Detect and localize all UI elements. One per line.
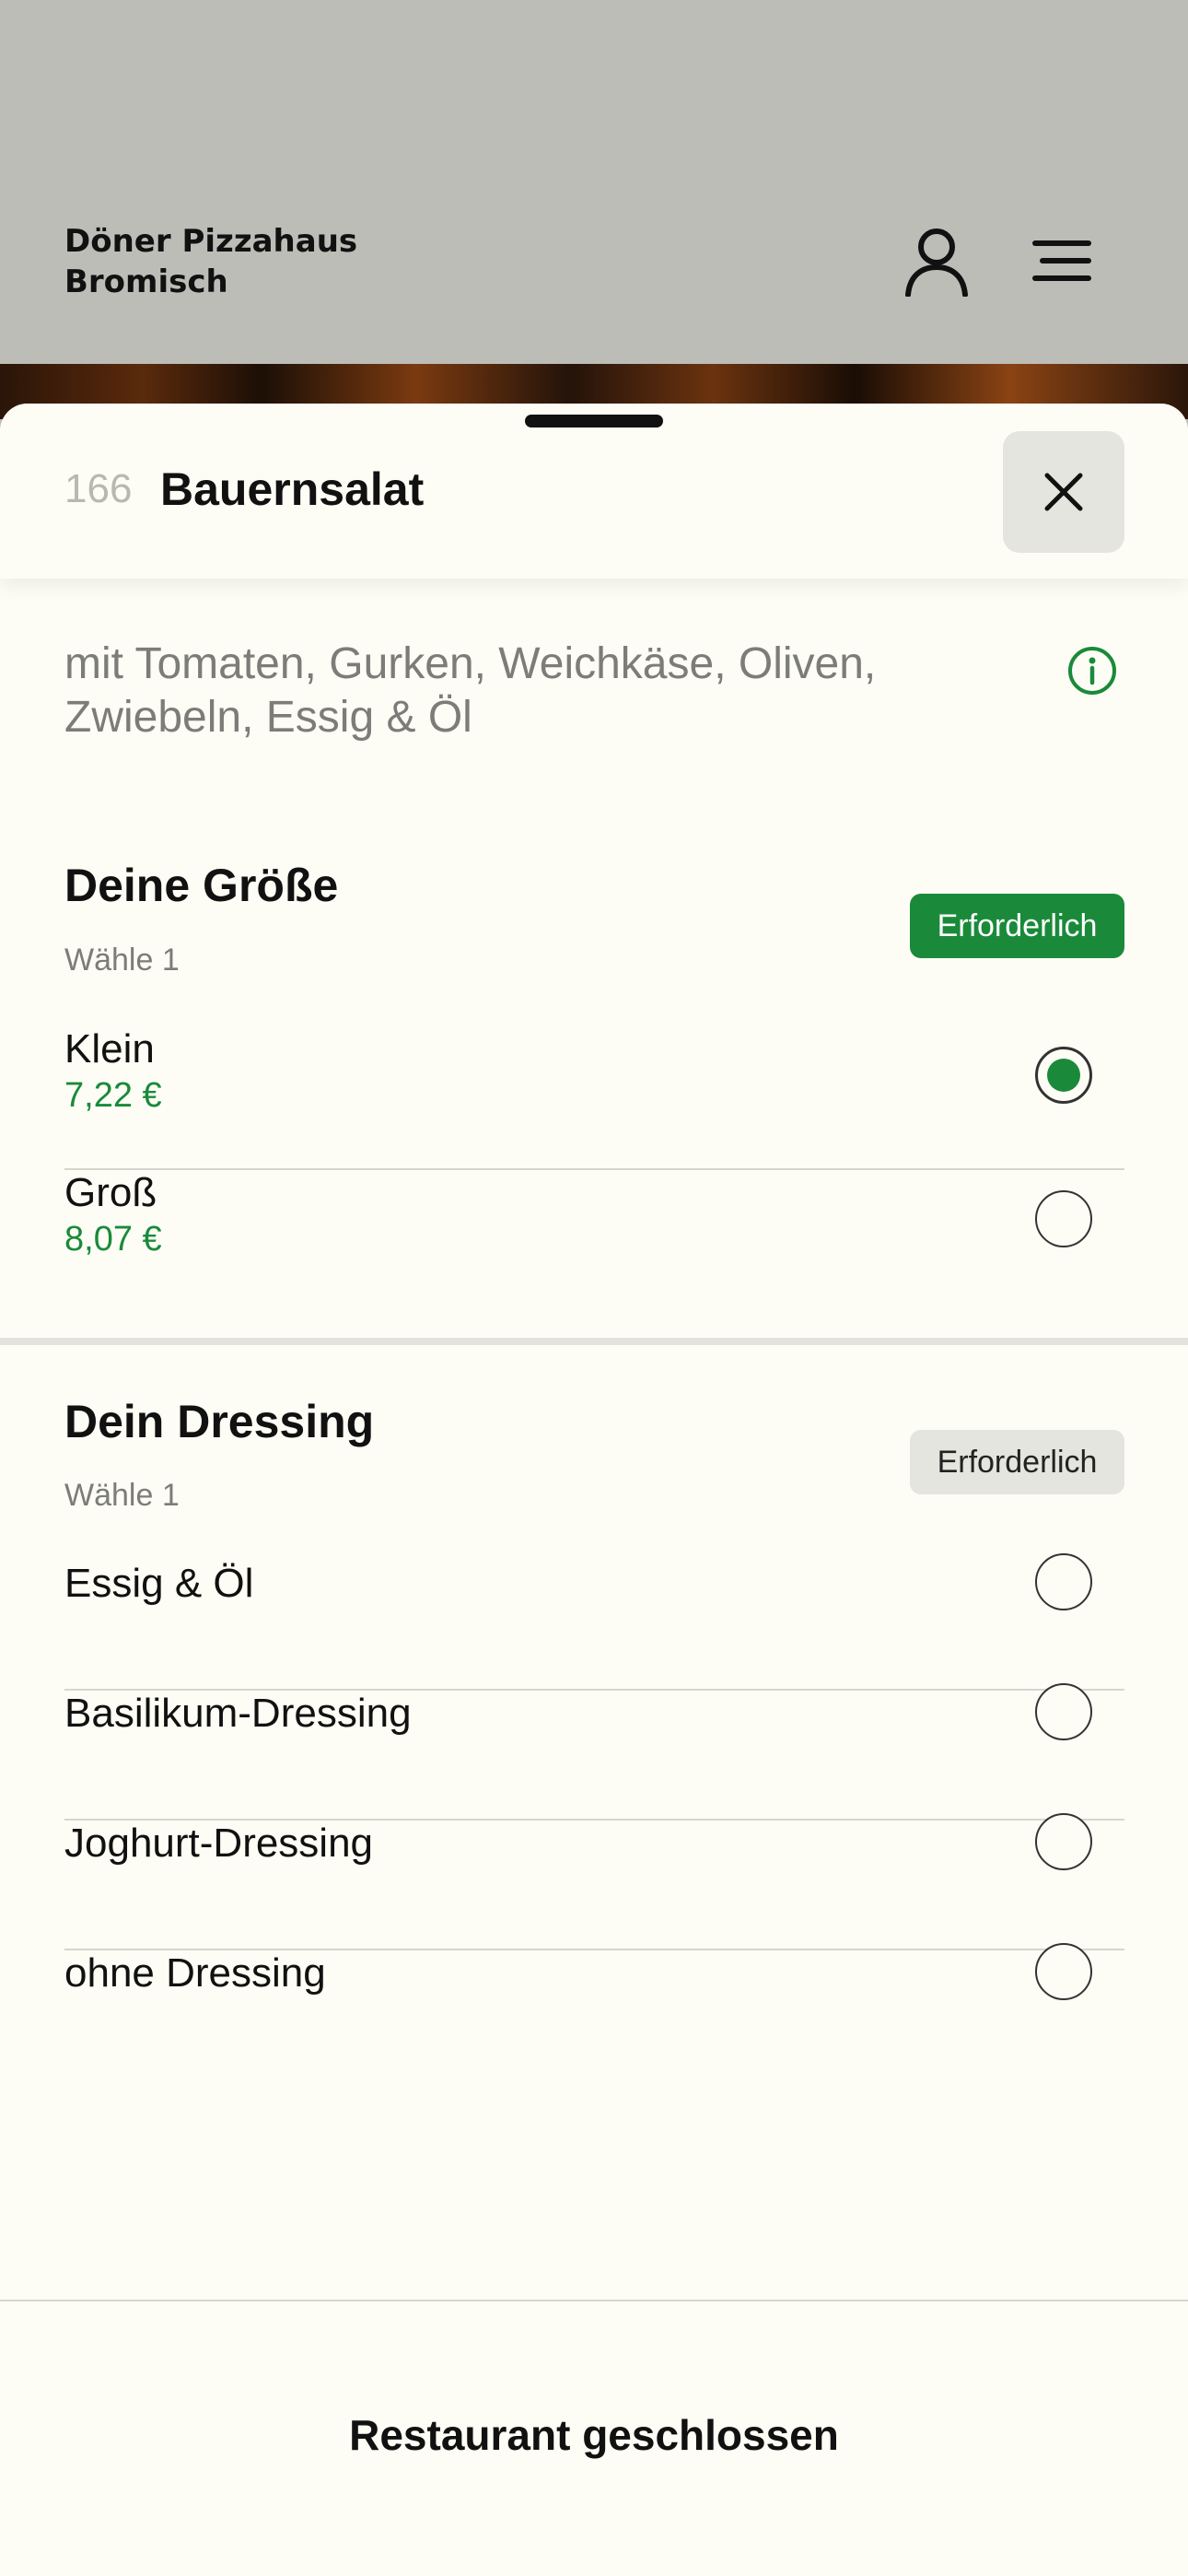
user-icon[interactable]	[904, 227, 969, 297]
option-label: ohne Dressing	[64, 1950, 326, 1996]
restaurant-name-line2: Bromisch	[64, 263, 228, 300]
sheet-drag-handle[interactable]	[525, 415, 663, 427]
restaurant-name-line1: Döner Pizzahaus	[64, 223, 358, 260]
size-required-badge: Erforderlich	[910, 894, 1124, 958]
radio-unselected[interactable]	[1035, 1683, 1092, 1740]
sheet-footer: Restaurant geschlossen	[0, 2300, 1188, 2576]
option-label: Groß	[64, 1170, 157, 1215]
item-number: 166	[64, 466, 133, 511]
dressing-group-title: Dein Dressing	[64, 1396, 375, 1447]
dressing-option-basilikum[interactable]: Basilikum-Dressing	[64, 1683, 1124, 1783]
dressing-option-joghurt[interactable]: Joghurt-Dressing	[64, 1813, 1124, 1913]
restaurant-name[interactable]: Döner Pizzahaus Bromisch	[64, 221, 357, 302]
option-price: 8,07 €	[64, 1220, 162, 1259]
section-divider	[0, 1338, 1188, 1345]
radio-unselected[interactable]	[1035, 1190, 1092, 1247]
option-label: Klein	[64, 1026, 155, 1071]
dressing-required-badge: Erforderlich	[910, 1430, 1124, 1494]
sheet-header: 166 Bauernsalat	[0, 404, 1188, 579]
size-group-subtitle: Wähle 1	[64, 943, 180, 978]
restaurant-closed-status: Restaurant geschlossen	[349, 2411, 839, 2459]
option-label: Essig & Öl	[64, 1561, 254, 1606]
radio-unselected[interactable]	[1035, 1553, 1092, 1610]
close-button[interactable]	[1003, 431, 1124, 553]
radio-unselected[interactable]	[1035, 1813, 1092, 1870]
dressing-option-ohne[interactable]: ohne Dressing	[64, 1943, 1124, 2043]
item-description: mit Tomaten, Gurken, Weichkäse, Oliven, …	[64, 639, 877, 742]
menu-icon[interactable]	[1030, 238, 1094, 284]
size-option-gross[interactable]: Groß 8,07 €	[64, 1170, 1124, 1281]
item-detail-sheet: 166 Bauernsalat mit Tomaten, Gurken, Wei…	[0, 404, 1188, 2576]
option-label: Basilikum-Dressing	[64, 1691, 412, 1736]
close-icon	[1044, 473, 1083, 511]
size-option-klein[interactable]: Klein 7,22 €	[64, 1026, 1124, 1137]
option-price: 7,22 €	[64, 1076, 162, 1115]
dressing-option-essig-oel[interactable]: Essig & Öl	[64, 1553, 1124, 1653]
size-group-title: Deine Größe	[64, 860, 339, 911]
radio-selected[interactable]	[1035, 1047, 1092, 1104]
info-icon[interactable]	[1066, 645, 1118, 697]
radio-unselected[interactable]	[1035, 1943, 1092, 2000]
option-label: Joghurt-Dressing	[64, 1821, 374, 1866]
item-title: Bauernsalat	[160, 463, 425, 515]
dressing-group-subtitle: Wähle 1	[64, 1478, 180, 1513]
top-header: Döner Pizzahaus Bromisch	[0, 0, 1188, 364]
